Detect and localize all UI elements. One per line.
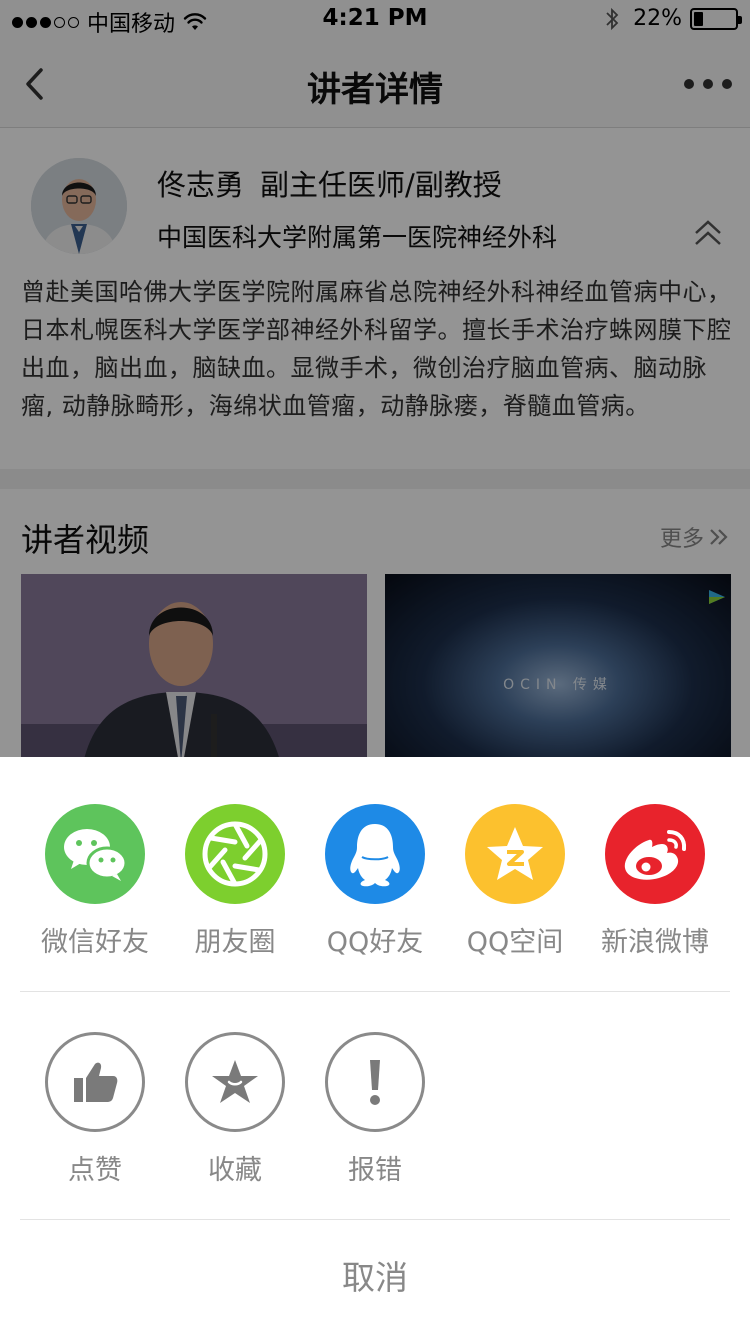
action-label: 报错 [348,1155,402,1186]
share-label: 微信好友 [41,927,149,958]
like-button[interactable]: 点赞 [25,1032,165,1187]
share-qq-button[interactable]: QQ好友 [305,804,445,959]
share-wechat-button[interactable]: 微信好友 [25,804,165,959]
favorite-button[interactable]: 收藏 [165,1032,305,1187]
report-error-button[interactable]: 报错 [305,1032,445,1187]
action-label: 点赞 [68,1155,122,1186]
qzone-icon [487,827,543,880]
share-label: QQ空间 [466,927,564,958]
share-qzone-button[interactable]: QQ空间 [445,804,585,959]
share-sheet: 微信好友 朋友圈 QQ好友 QQ空间 新浪微博 点赞 收藏 报错 取消 [0,757,750,1334]
cancel-button[interactable]: 取消 [0,1222,750,1334]
share-moments-button[interactable]: 朋友圈 [165,804,305,959]
thumbs-up-icon [74,1062,118,1102]
weibo-icon [624,830,687,880]
divider [20,991,730,992]
exclamation-icon [370,1060,380,1105]
share-label: 朋友圈 [194,927,276,958]
action-label: 收藏 [208,1155,262,1186]
modal-backdrop[interactable] [0,0,750,757]
moments-icon [202,821,268,887]
divider [20,1219,730,1220]
share-weibo-button[interactable]: 新浪微博 [585,804,725,959]
share-label: QQ好友 [326,927,424,958]
qq-icon [350,824,400,887]
wechat-icon [64,829,128,881]
star-icon [212,1060,258,1103]
share-label: 新浪微博 [601,927,709,958]
